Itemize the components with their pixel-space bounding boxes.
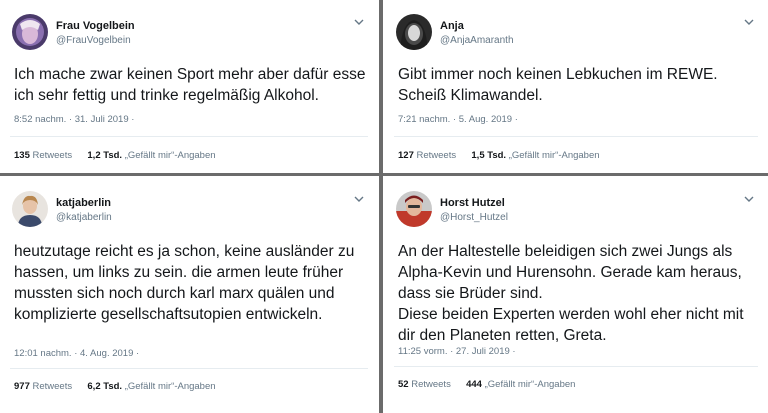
tweet-card[interactable]: Horst Hutzel @Horst_Hutzel An der Haltes… [384,177,768,413]
avatar[interactable] [396,14,432,50]
display-name[interactable]: Anja [440,20,464,32]
avatar[interactable] [396,191,432,227]
display-name[interactable]: katjaberlin [56,197,111,209]
tweet-text: Gibt immer noch keinen Lebkuchen im REWE… [398,66,718,104]
likes-label[interactable]: „Gefällt mir“-Angaben [125,150,216,161]
tweet-timestamp[interactable]: 11:25 vorm. · 27. Juli 2019 · [398,346,516,357]
retweets-label[interactable]: Retweets [417,150,457,161]
tweet-card[interactable]: Frau Vogelbein @FrauVogelbein Ich mache … [0,0,378,172]
display-name[interactable]: Horst Hutzel [440,197,505,209]
vertical-divider [379,0,383,413]
tweet-timestamp[interactable]: 12:01 nachm. · 4. Aug. 2019 · [14,348,139,359]
tweet-card[interactable]: katjaberlin @katjaberlin heutzutage reic… [0,177,378,413]
tweet-stats: 127 Retweets 1,5 Tsd. „Gefällt mir“-Anga… [398,150,600,161]
likes-count[interactable]: 444 [466,379,482,390]
chevron-down-icon[interactable] [744,195,754,203]
chevron-down-icon[interactable] [744,18,754,26]
retweets-label[interactable]: Retweets [33,150,73,161]
likes-count[interactable]: 1,2 Tsd. [87,150,122,161]
user-handle[interactable]: @katjaberlin [56,212,112,223]
likes-count[interactable]: 1,5 Tsd. [471,150,506,161]
horizontal-divider [0,173,768,176]
separator [10,368,368,369]
tweet-card[interactable]: Anja @AnjaAmaranth Gibt immer noch keine… [384,0,768,172]
retweets-label[interactable]: Retweets [33,381,73,392]
tweet-grid: Frau Vogelbein @FrauVogelbein Ich mache … [0,0,768,413]
tweet-stats: 135 Retweets 1,2 Tsd. „Gefällt mir“-Anga… [14,150,216,161]
retweets-count[interactable]: 977 [14,381,30,392]
tweet-stats: 977 Retweets 6,2 Tsd. „Gefällt mir“-Anga… [14,381,216,392]
user-handle[interactable]: @FrauVogelbein [56,35,131,46]
retweets-count[interactable]: 52 [398,379,409,390]
separator [394,366,758,367]
tweet-text: heutzutage reicht es ja schon, keine aus… [14,243,355,323]
separator [394,136,758,137]
chevron-down-icon[interactable] [354,195,364,203]
tweet-timestamp[interactable]: 7:21 nachm. · 5. Aug. 2019 · [398,114,518,125]
user-handle[interactable]: @AnjaAmaranth [440,35,514,46]
tweet-text: Ich mache zwar keinen Sport mehr aber da… [14,66,366,104]
retweets-label[interactable]: Retweets [411,379,451,390]
display-name[interactable]: Frau Vogelbein [56,20,135,32]
tweet-text: An der Haltestelle beleidigen sich zwei … [398,243,744,344]
likes-label[interactable]: „Gefällt mir“-Angaben [125,381,216,392]
likes-label[interactable]: „Gefällt mir“-Angaben [509,150,600,161]
avatar[interactable] [12,14,48,50]
tweet-stats: 52 Retweets 444 „Gefällt mir“-Angaben [398,379,575,390]
user-handle[interactable]: @Horst_Hutzel [440,212,508,223]
retweets-count[interactable]: 127 [398,150,414,161]
retweets-count[interactable]: 135 [14,150,30,161]
likes-count[interactable]: 6,2 Tsd. [87,381,122,392]
avatar[interactable] [12,191,48,227]
likes-label[interactable]: „Gefällt mir“-Angaben [485,379,576,390]
chevron-down-icon[interactable] [354,18,364,26]
separator [10,136,368,137]
tweet-timestamp[interactable]: 8:52 nachm. · 31. Juli 2019 · [14,114,134,125]
